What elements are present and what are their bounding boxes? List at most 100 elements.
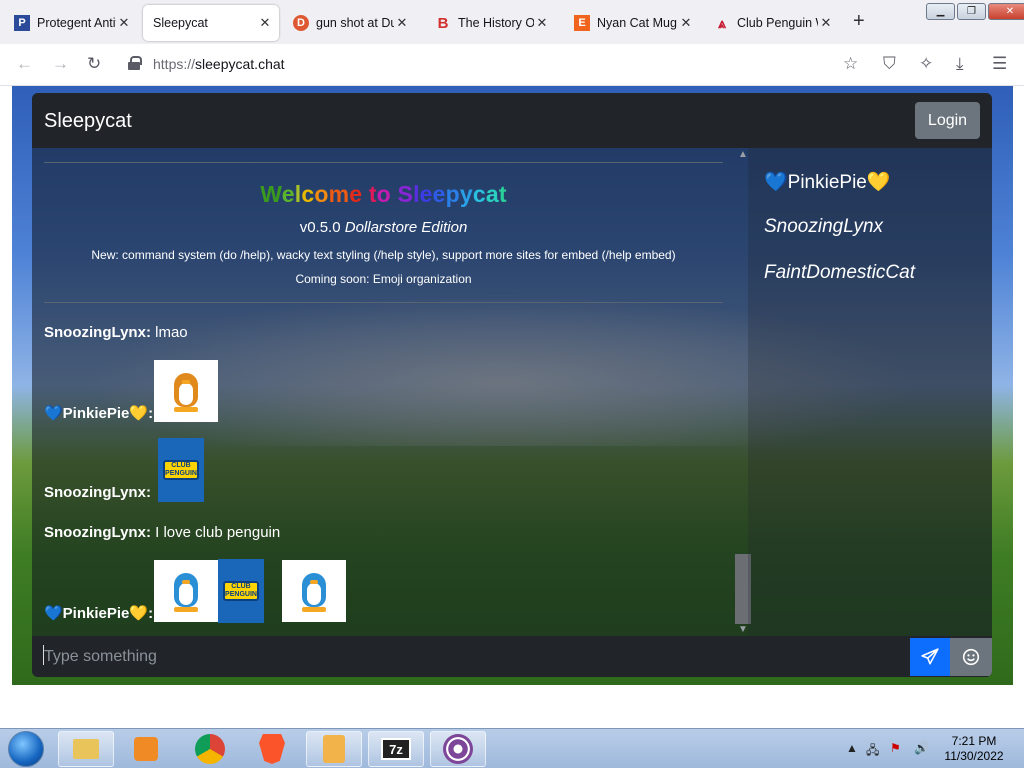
duckduckgo-icon: D bbox=[293, 15, 309, 31]
club-penguin-logo-icon: CLUB PENGUIN bbox=[223, 581, 259, 601]
message-user[interactable]: SnoozingLynx bbox=[44, 524, 146, 541]
magic-wand-icon[interactable]: ✧ bbox=[919, 54, 933, 74]
coming-soon-line: Coming soon: Emoji organization bbox=[295, 272, 472, 286]
tab-history[interactable]: B The History Of ✕ bbox=[425, 5, 556, 41]
message-user[interactable]: 💙PinkiePie💛 bbox=[44, 405, 148, 422]
tab-sleepycat[interactable]: Sleepycat ✕ bbox=[143, 5, 279, 41]
welcome-heading: Welcome to Sleepycat bbox=[44, 181, 723, 208]
download-icon[interactable]: ⤓ bbox=[956, 54, 964, 74]
menu-icon[interactable]: ☰ bbox=[992, 54, 1007, 74]
blue-penguin-image[interactable] bbox=[154, 560, 218, 622]
tab-club-penguin[interactable]: ⩓ Club Penguin W ✕ bbox=[704, 5, 840, 41]
tab-protegent[interactable]: P Protegent Antiv ✕ bbox=[4, 5, 138, 41]
media-player-icon bbox=[134, 737, 158, 761]
windows-taskbar: 7z ▲ 🖧 ⚑ 🔊 7:21 PM 11/30/2022 bbox=[0, 728, 1024, 768]
chrome-taskbar-button[interactable] bbox=[182, 731, 238, 767]
message-user[interactable]: 💙PinkiePie💛 bbox=[44, 605, 148, 622]
system-clock[interactable]: 7:21 PM 11/30/2022 bbox=[938, 734, 1010, 764]
scroll-up-icon[interactable]: ▲ bbox=[738, 149, 748, 160]
browser-nav-bar: ← → ↻ https://sleepycat.chat ☆ ⛉ ✧ ⤓ ☰ bbox=[0, 44, 1024, 86]
close-icon[interactable]: ✕ bbox=[678, 15, 694, 31]
chat-message: 💙PinkiePie💛: bbox=[44, 405, 154, 422]
close-icon[interactable]: ✕ bbox=[534, 15, 550, 31]
club-penguin-logo-icon: CLUB PENGUIN bbox=[163, 460, 199, 480]
club-penguin-logo-image[interactable]: CLUB PENGUIN bbox=[158, 438, 204, 502]
blue-penguin-image[interactable] bbox=[282, 560, 346, 622]
explorer-taskbar-button[interactable] bbox=[58, 731, 114, 767]
minimize-icon[interactable]: ▁ bbox=[926, 3, 955, 20]
media-player-taskbar-button[interactable] bbox=[118, 731, 174, 767]
close-icon[interactable]: ✕ bbox=[394, 15, 410, 31]
message-text: lmao bbox=[155, 324, 188, 341]
close-icon[interactable]: ✕ bbox=[116, 15, 132, 31]
smiley-icon bbox=[962, 648, 980, 666]
7zip-taskbar-button[interactable]: 7z bbox=[368, 731, 424, 767]
new-tab-icon[interactable]: + bbox=[853, 10, 865, 33]
sleepycat-app: Sleepycat Login Welcome to Sleepycat v0.… bbox=[32, 93, 992, 677]
tab-duckduckgo[interactable]: D gun shot at Duc ✕ bbox=[283, 5, 416, 41]
bookmark-star-icon[interactable]: ☆ bbox=[843, 54, 858, 74]
reload-icon[interactable]: ↻ bbox=[87, 54, 101, 74]
start-button[interactable] bbox=[8, 731, 44, 767]
action-center-flag-icon[interactable]: ⚑ bbox=[890, 741, 901, 755]
emoji-button[interactable] bbox=[950, 638, 992, 676]
user-list-item[interactable]: FaintDomesticCat bbox=[764, 262, 915, 284]
page-viewport: Sleepycat Login Welcome to Sleepycat v0.… bbox=[12, 86, 1013, 685]
send-icon bbox=[921, 648, 939, 665]
brave-taskbar-button[interactable] bbox=[244, 731, 300, 767]
app-navbar: Sleepycat Login bbox=[32, 93, 992, 148]
notepad-taskbar-button[interactable] bbox=[306, 731, 362, 767]
folder-icon bbox=[73, 739, 99, 759]
send-button[interactable] bbox=[910, 638, 950, 676]
show-hidden-icons-icon[interactable]: ▲ bbox=[846, 741, 858, 755]
message-user[interactable]: SnoozingLynx bbox=[44, 484, 146, 501]
maximize-icon[interactable]: ❐ bbox=[957, 3, 986, 20]
shield-icon[interactable]: ⛉ bbox=[883, 54, 896, 74]
message-user[interactable]: SnoozingLynx bbox=[44, 324, 146, 341]
chat-message: SnoozingLynx: lmao bbox=[44, 324, 188, 341]
divider bbox=[44, 302, 723, 303]
login-button[interactable]: Login bbox=[915, 102, 980, 139]
etsy-e-icon: E bbox=[574, 15, 590, 31]
blogger-b-icon: B bbox=[437, 14, 449, 32]
scroll-icon bbox=[323, 735, 345, 763]
brand-title[interactable]: Sleepycat bbox=[44, 110, 132, 133]
welcome-name: Sleepycat bbox=[397, 181, 507, 207]
volume-icon[interactable]: 🔊 bbox=[914, 741, 929, 755]
orange-penguin-image[interactable] bbox=[154, 360, 218, 422]
divider bbox=[44, 162, 723, 163]
message-composer: Type something bbox=[32, 636, 992, 677]
close-icon[interactable]: ✕ bbox=[818, 15, 834, 31]
chat-message: 💙PinkiePie💛: bbox=[44, 605, 154, 622]
window-close-icon[interactable]: ✕ bbox=[988, 3, 1024, 20]
user-list-item[interactable]: SnoozingLynx bbox=[764, 216, 883, 238]
browser-tab-bar: P Protegent Antiv ✕ Sleepycat ✕ D gun sh… bbox=[0, 0, 1024, 44]
news-line: New: command system (do /help), wacky te… bbox=[91, 248, 676, 262]
back-icon[interactable]: ← bbox=[16, 54, 33, 74]
chat-message: SnoozingLynx: I love club penguin bbox=[44, 524, 281, 541]
protegent-icon: P bbox=[14, 15, 30, 31]
7zip-icon: 7z bbox=[381, 738, 411, 760]
forward-icon[interactable]: → bbox=[52, 54, 69, 74]
message-text: I love club penguin bbox=[155, 524, 281, 541]
fandom-icon: ⩓ bbox=[718, 14, 726, 31]
tor-icon bbox=[443, 734, 473, 764]
chat-log[interactable]: Welcome to Sleepycat v0.5.0 Dollarstore … bbox=[32, 148, 738, 636]
scroll-down-icon[interactable]: ▼ bbox=[738, 624, 748, 635]
network-icon[interactable]: 🖧 bbox=[866, 741, 879, 762]
tab-nyan-cat-mug[interactable]: E Nyan Cat Mug ✕ bbox=[564, 5, 700, 41]
lock-icon[interactable] bbox=[128, 56, 142, 70]
address-bar[interactable]: https://sleepycat.chat bbox=[153, 56, 285, 72]
chat-message: SnoozingLynx: bbox=[44, 484, 151, 501]
message-input[interactable]: Type something bbox=[44, 648, 157, 666]
chrome-icon bbox=[195, 734, 225, 764]
tor-taskbar-button[interactable] bbox=[430, 731, 486, 767]
window-controls: ▁ ❐ ✕ bbox=[926, 3, 1024, 20]
close-icon[interactable]: ✕ bbox=[257, 15, 273, 31]
version-line: v0.5.0 Dollarstore Edition bbox=[299, 219, 468, 236]
welcome-prefix: Welcome to bbox=[260, 181, 391, 207]
brave-lion-icon bbox=[259, 734, 285, 764]
user-list: 💙PinkiePie💛 SnoozingLynx FaintDomesticCa… bbox=[748, 148, 992, 636]
club-penguin-logo-image[interactable]: CLUB PENGUIN bbox=[218, 559, 264, 623]
user-list-item[interactable]: 💙PinkiePie💛 bbox=[764, 170, 891, 194]
